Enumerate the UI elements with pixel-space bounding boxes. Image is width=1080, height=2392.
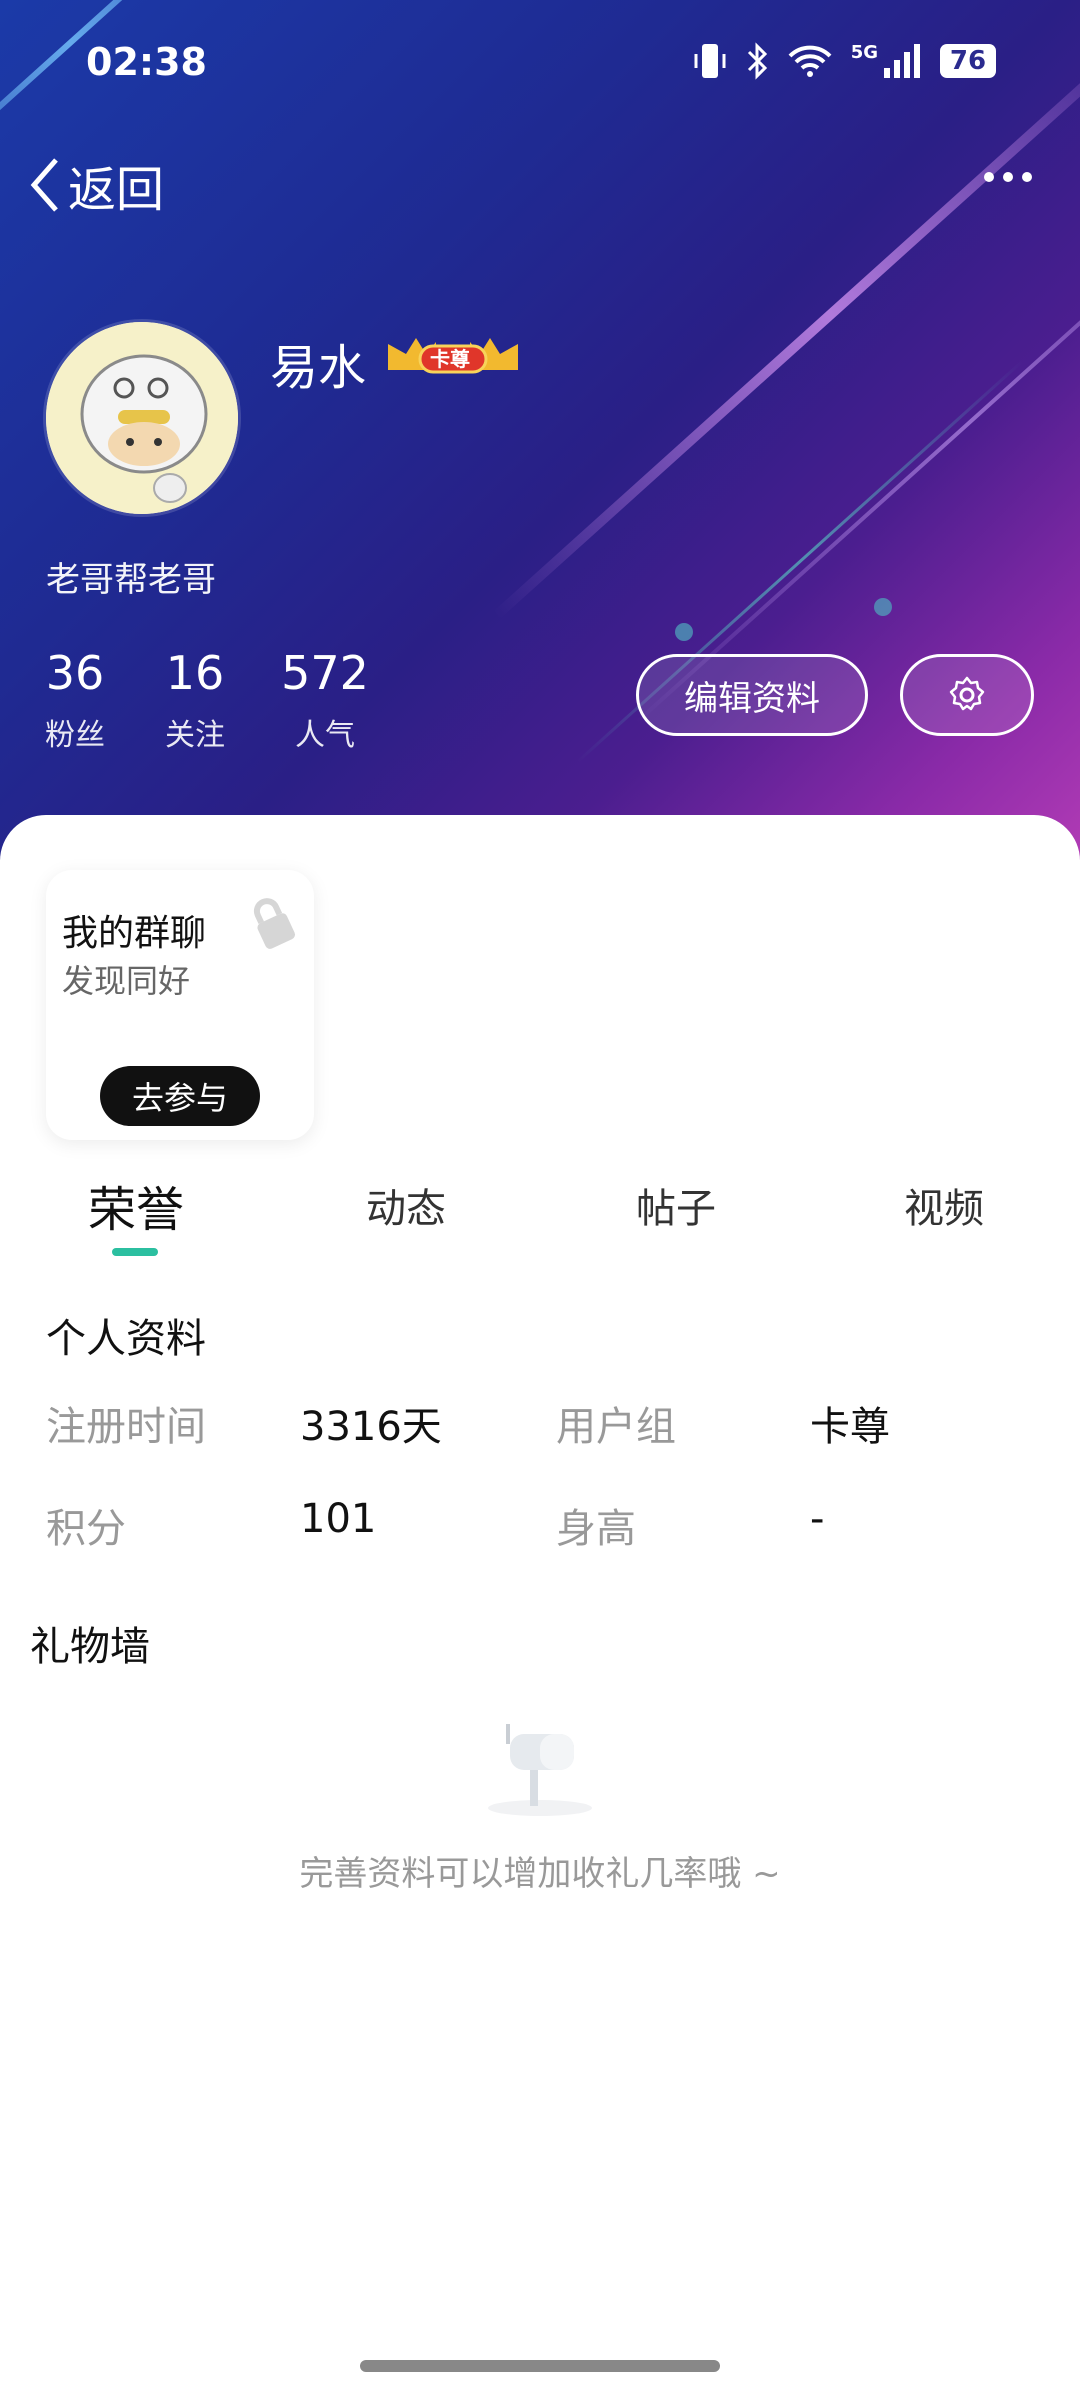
personal-info-title: 个人资料 <box>46 1316 206 1362</box>
decor-streak <box>492 10 1080 620</box>
avatar-image <box>46 322 238 514</box>
status-icons: 5G 76 <box>693 42 996 80</box>
stat-value: 16 <box>165 646 225 700</box>
height-value: - <box>810 1496 825 1542</box>
stat-value: 572 <box>281 646 369 700</box>
decor-dot <box>675 623 693 641</box>
join-group-button[interactable]: 去参与 <box>100 1066 260 1126</box>
tab-honor[interactable]: 荣誉 <box>88 1170 184 1240</box>
stat-value: 36 <box>45 646 105 700</box>
lock-icon <box>244 892 300 956</box>
more-dot <box>1003 172 1013 182</box>
height-label: 身高 <box>556 1506 636 1552</box>
stat-label: 粉丝 <box>45 718 105 753</box>
wifi-icon <box>788 45 832 77</box>
home-indicator[interactable] <box>360 2360 720 2372</box>
empty-mailbox-icon <box>484 1720 594 1824</box>
more-dot <box>984 172 994 182</box>
more-options-button[interactable] <box>984 172 1032 182</box>
back-label: 返回 <box>68 162 165 218</box>
register-time-value: 3316天 <box>300 1404 442 1450</box>
avatar[interactable] <box>46 322 238 514</box>
group-card-title: 我的群聊 <box>62 913 207 954</box>
register-time-label: 注册时间 <box>46 1404 206 1450</box>
active-tab-indicator <box>112 1248 158 1256</box>
username: 易水 <box>270 340 367 396</box>
decor-streak <box>634 119 1080 725</box>
rank-badge: 卡尊 <box>384 334 522 378</box>
network-type: 5G <box>850 41 878 63</box>
rank-badge-label: 卡尊 <box>430 347 470 371</box>
settings-button[interactable] <box>900 654 1034 736</box>
decor-dot <box>874 598 892 616</box>
points-value: 101 <box>300 1496 377 1542</box>
signal-icon <box>884 44 920 78</box>
chevron-left-icon <box>30 158 58 212</box>
stat-label: 人气 <box>295 718 355 753</box>
tab-activity[interactable]: 动态 <box>366 1176 446 1234</box>
edit-profile-button[interactable]: 编辑资料 <box>636 654 868 736</box>
tab-videos[interactable]: 视频 <box>904 1176 984 1234</box>
user-bio: 老哥帮老哥 <box>46 560 216 600</box>
stat-popularity[interactable]: 572 人气 <box>280 650 370 754</box>
user-group-label: 用户组 <box>556 1404 676 1450</box>
status-time: 02:38 <box>86 40 207 84</box>
tab-posts[interactable]: 帖子 <box>636 1176 716 1234</box>
profile-hero: 02:38 5G 76 返回 易水 卡尊 老哥帮老哥 36 粉丝 16 关注 5… <box>0 0 1080 860</box>
gift-wall-empty-text: 完善资料可以增加收礼几率哦 ~ <box>299 1854 781 1894</box>
vibrate-icon <box>694 44 726 78</box>
user-group-value: 卡尊 <box>810 1404 890 1450</box>
back-button[interactable]: 返回 <box>28 150 164 220</box>
gear-icon <box>949 676 985 711</box>
profile-tabs: 荣誉 动态 帖子 视频 <box>0 1176 1080 1246</box>
group-chat-card[interactable]: 我的群聊 发现同好 去参与 <box>46 870 314 1140</box>
battery-indicator: 76 <box>940 44 996 78</box>
points-label: 积分 <box>46 1506 126 1552</box>
stat-fans[interactable]: 36 粉丝 <box>40 650 110 754</box>
stat-label: 关注 <box>165 718 225 753</box>
gift-wall-title: 礼物墙 <box>30 1624 150 1670</box>
group-card-subtitle: 发现同好 <box>62 962 191 1000</box>
more-dot <box>1022 172 1032 182</box>
stat-following[interactable]: 16 关注 <box>160 650 230 754</box>
bluetooth-icon <box>747 42 767 80</box>
